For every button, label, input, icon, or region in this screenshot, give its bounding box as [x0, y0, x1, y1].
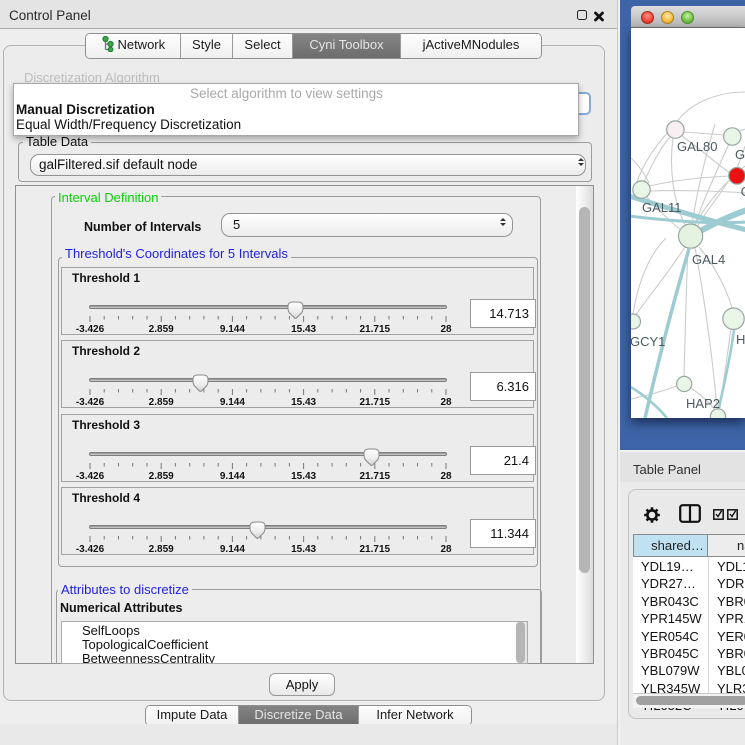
svg-text:C: C [741, 184, 745, 199]
svg-text:GAL80: GAL80 [677, 139, 717, 154]
svg-text:HAP2: HAP2 [686, 396, 720, 411]
svg-text:H: H [736, 332, 745, 347]
svg-text:GCY1: GCY1 [631, 334, 665, 349]
svg-text:GAL11: GAL11 [642, 200, 682, 215]
svg-text:GAL: GAL [735, 147, 745, 162]
svg-text:GAL4: GAL4 [692, 252, 725, 267]
